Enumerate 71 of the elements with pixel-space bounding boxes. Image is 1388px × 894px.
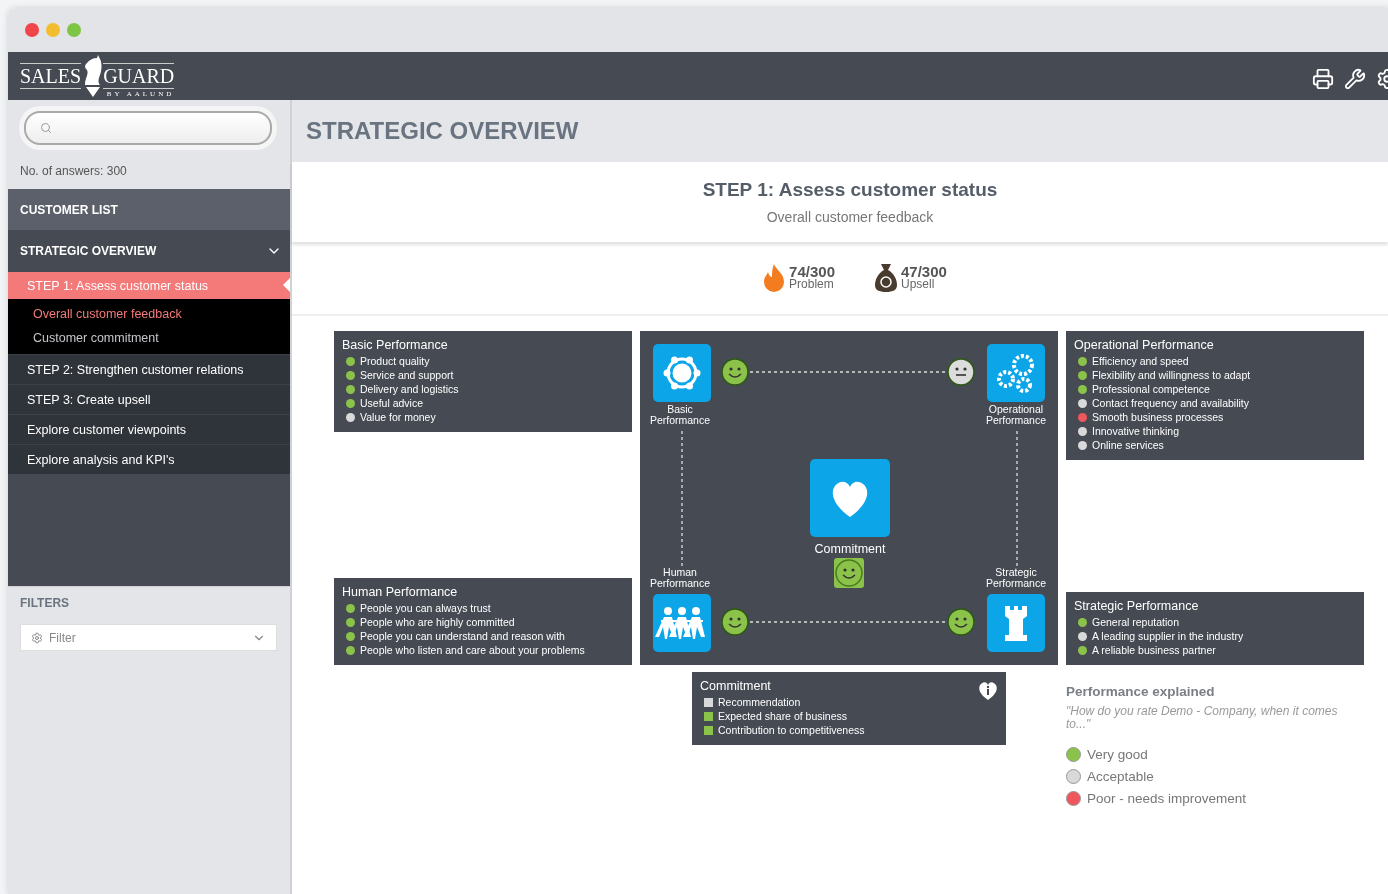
legend-label: Very good bbox=[1087, 746, 1148, 762]
criterion-text: Flexibility and willingness to adapt bbox=[1092, 368, 1251, 382]
criterion-text: Service and support bbox=[360, 368, 454, 382]
criterion-text: Expected share of business bbox=[718, 709, 847, 723]
wrench-icon[interactable] bbox=[1344, 68, 1366, 90]
criterion-text: Professional competence bbox=[1092, 382, 1210, 396]
criterion-text: Value for money bbox=[360, 410, 436, 424]
logo-text: GUARD bbox=[103, 62, 175, 89]
step-subtitle: Overall customer feedback bbox=[766, 209, 934, 225]
step-item[interactable]: STEP 2: Strengthen customer relations bbox=[8, 354, 290, 384]
node-label: Strategic Performance bbox=[984, 567, 1048, 589]
filter-dropdown[interactable]: Filter bbox=[20, 624, 277, 651]
flame-icon bbox=[763, 264, 786, 292]
criterion-text: People who listen and care about your problems bbox=[360, 643, 585, 657]
panel-title: Human Performance bbox=[342, 585, 459, 599]
panel-title: Strategic Performance bbox=[1074, 599, 1200, 613]
criterion-text: Contribution to competitiveness bbox=[718, 723, 865, 737]
legend-label: Poor - needs improvement bbox=[1087, 790, 1247, 806]
tower-icon bbox=[987, 594, 1045, 652]
node-label: Operational Performance bbox=[984, 404, 1048, 426]
node-label: Human Performance bbox=[648, 567, 712, 589]
criterion-text: Contact frequency and availability bbox=[1092, 396, 1249, 410]
sub-item[interactable]: Overall customer feedback bbox=[8, 302, 290, 326]
close-button[interactable] bbox=[25, 23, 39, 37]
panel-title: Operational Performance bbox=[1074, 338, 1215, 352]
criterion-text: Useful advice bbox=[360, 396, 424, 410]
criterion-text: People you can always trust bbox=[360, 601, 491, 615]
node-label: Commitment bbox=[813, 542, 887, 556]
criterion-text: People you can understand and reason with bbox=[360, 629, 565, 643]
panel-title: Commitment bbox=[700, 679, 772, 693]
criterion-text: Online services bbox=[1092, 438, 1164, 452]
nav-item[interactable]: CUSTOMER LIST bbox=[8, 189, 290, 230]
legend-title: Performance explained bbox=[1066, 684, 1216, 699]
criterion-text: A leading supplier in the industry bbox=[1092, 629, 1244, 643]
page-title: STRATEGIC OVERVIEW bbox=[306, 117, 579, 145]
legend-question: "How do you rate Demo - Company, when it comes to..." bbox=[1066, 705, 1339, 731]
logo-text: SALES bbox=[20, 62, 82, 89]
panel-title: Basic Performance bbox=[342, 338, 449, 352]
step-item[interactable]: Explore analysis and KPI's bbox=[8, 444, 290, 474]
criterion-text: Delivery and logistics bbox=[360, 382, 459, 396]
step-title: STEP 1: Assess customer status bbox=[702, 179, 998, 201]
stat-value: 47/300 bbox=[901, 265, 947, 278]
sub-item[interactable]: Customer commitment bbox=[8, 326, 290, 350]
criterion-text: Recommendation bbox=[718, 695, 801, 709]
criterion-text: Smooth business processes bbox=[1092, 410, 1224, 424]
step-item[interactable]: STEP 3: Create upsell bbox=[8, 384, 290, 414]
criterion-text: Efficiency and speed bbox=[1092, 354, 1189, 368]
network-icon bbox=[653, 344, 711, 402]
step-item[interactable]: Explore customer viewpoints bbox=[8, 414, 290, 444]
nav-group[interactable]: STRATEGIC OVERVIEW bbox=[8, 230, 290, 272]
heart-info-icon bbox=[978, 682, 998, 700]
criterion-text: Product quality bbox=[360, 354, 430, 368]
people-icon bbox=[653, 594, 711, 652]
maximize-button[interactable] bbox=[67, 23, 81, 37]
gears-icon bbox=[987, 344, 1045, 402]
criterion-text: Innovative thinking bbox=[1092, 424, 1179, 438]
filters-title: FILTERS bbox=[20, 596, 71, 610]
criterion-text: A reliable business partner bbox=[1092, 643, 1216, 657]
criterion-text: People who are highly committed bbox=[360, 615, 515, 629]
money-bag-icon bbox=[875, 264, 897, 292]
node-label: Basic Performance bbox=[648, 404, 712, 426]
legend-label: Acceptable bbox=[1087, 768, 1154, 784]
stat-label: Upsell bbox=[901, 278, 936, 291]
printer-icon[interactable] bbox=[1312, 68, 1334, 90]
search-icon bbox=[40, 122, 52, 134]
nav-group-label: STRATEGIC OVERVIEW bbox=[20, 244, 157, 258]
stat-value: 74/300 bbox=[789, 265, 835, 278]
criterion-text: General reputation bbox=[1092, 615, 1179, 629]
stat-label: Problem bbox=[789, 278, 835, 291]
answers-count: No. of answers: 300 bbox=[19, 163, 128, 180]
gear-icon bbox=[31, 631, 43, 644]
